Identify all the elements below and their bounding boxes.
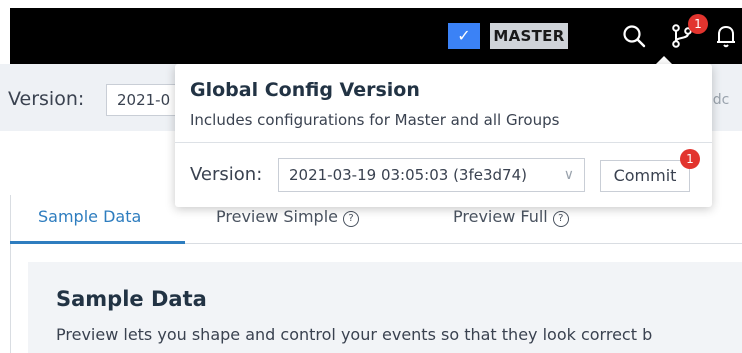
master-checkbox[interactable]: ✓ (448, 23, 480, 49)
branch-notification-badge: 1 (688, 14, 708, 34)
bell-icon (717, 25, 735, 48)
popover-version-value: 2021-03-19 03:05:03 (3fe3d74) (289, 166, 527, 184)
sample-data-title: Sample Data (56, 287, 207, 311)
sample-data-description: Preview lets you shape and control your … (56, 325, 653, 344)
chevron-down-icon: ∨ (563, 167, 574, 183)
popover-title: Global Config Version (190, 79, 420, 101)
tab-preview-full[interactable]: Preview Full? (453, 207, 569, 227)
tab-preview-simple[interactable]: Preview Simple? (216, 207, 359, 227)
tab-preview-full-label: Preview Full (453, 207, 548, 226)
search-button[interactable] (620, 22, 648, 50)
tab-preview-simple-label: Preview Simple (216, 207, 338, 226)
tab-sample-data[interactable]: Sample Data (38, 207, 141, 226)
master-label[interactable]: MASTER (490, 23, 568, 49)
check-icon: ✓ (457, 26, 471, 45)
version-label: Version: (8, 88, 85, 110)
commit-badge: 1 (680, 149, 700, 169)
help-icon[interactable]: ? (552, 211, 569, 227)
commit-button[interactable]: Commit (600, 160, 690, 192)
popover-subtitle: Includes configurations for Master and a… (190, 111, 560, 129)
popover-version-select[interactable]: 2021-03-19 03:05:03 (3fe3d74) ∨ (278, 158, 585, 192)
notifications-button[interactable] (712, 22, 740, 50)
search-icon (623, 25, 646, 48)
help-icon[interactable]: ? (343, 211, 359, 227)
active-tab-indicator (10, 241, 185, 244)
popover-divider (175, 142, 712, 143)
top-strip (0, 0, 742, 8)
popover-version-label: Version: (190, 164, 263, 185)
